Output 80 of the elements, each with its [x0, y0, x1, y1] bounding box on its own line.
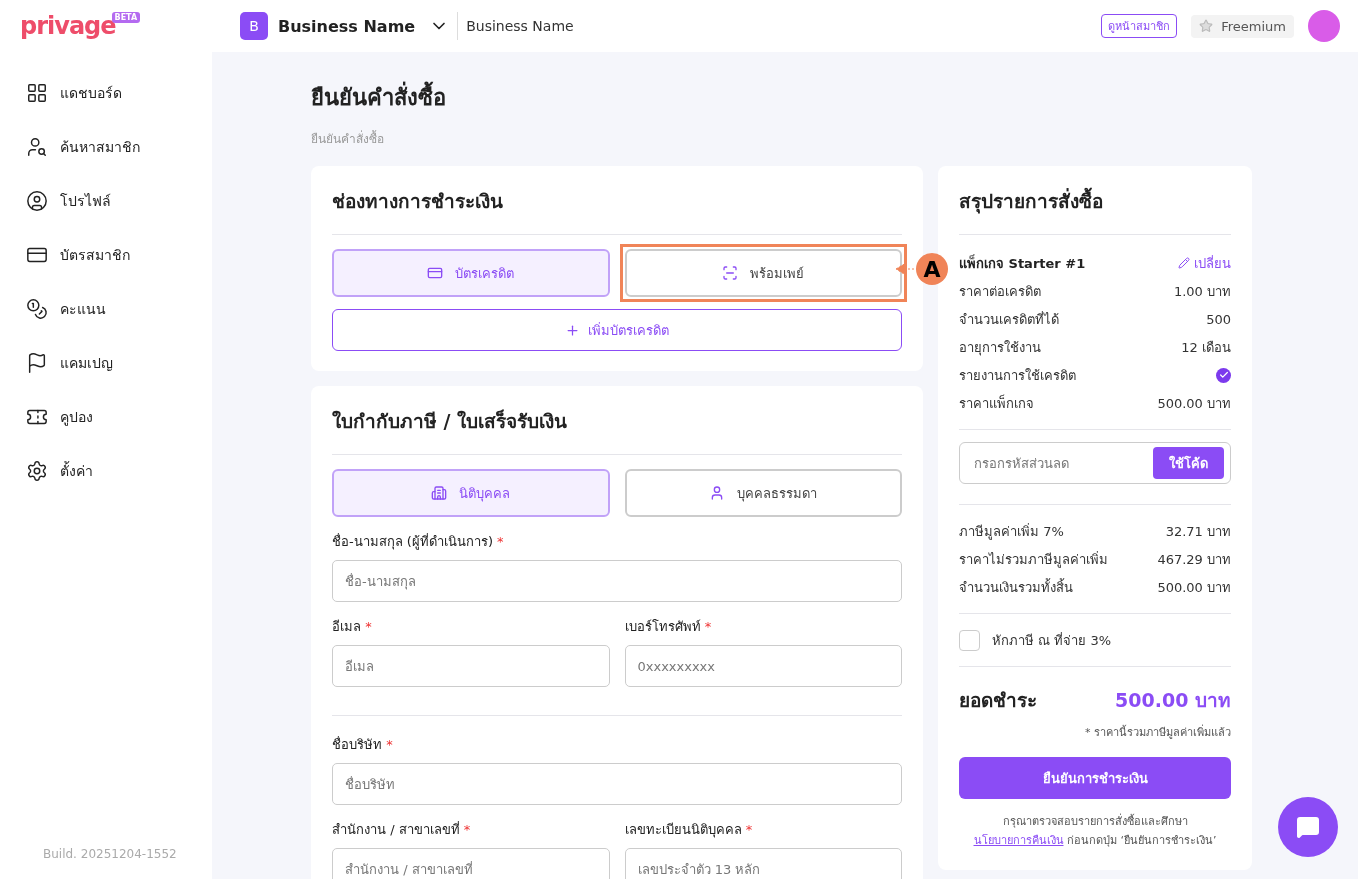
option-button[interactable]: พร้อมเพย์: [624, 249, 902, 297]
business-name[interactable]: Business Name: [278, 16, 416, 36]
chat-icon: [1296, 815, 1320, 839]
input-field[interactable]: ชื่อบริษัท: [332, 763, 902, 805]
sidebar-item[interactable]: บัตรสมาชิก: [26, 228, 212, 282]
confirm-payment-button[interactable]: ยืนยันการชำระเงิน: [959, 757, 1231, 799]
vat-note: * ราคานี้รวมภาษีมูลค่าเพิ่มแล้ว: [1084, 723, 1231, 741]
apply-code-button[interactable]: ใช้โค้ด: [1153, 447, 1224, 479]
checkbox-label: หักภาษี ณ ที่จ่าย 3%: [992, 631, 1112, 650]
sidebar-item[interactable]: แคมเปญ: [26, 336, 212, 390]
option-button[interactable]: บุคคลธรรมดา: [624, 469, 902, 517]
summary-label: จำนวนเครดิตที่ได้: [959, 310, 1059, 329]
member-page-link[interactable]: ดูหน้าสมาชิก: [1101, 14, 1178, 38]
summary-value: 1.00 บาท: [1173, 282, 1231, 301]
user-circle-icon: [26, 190, 48, 212]
section-title: สรุปรายการสั่งซื้อ: [959, 186, 1231, 235]
user-avatar[interactable]: [1308, 10, 1340, 42]
section-title: ช่องทางการชำระเงิน: [332, 186, 902, 235]
field-label: เลขทะเบียนนิติบุคคล *: [624, 821, 754, 840]
summary-value: 32.71 บาท: [1165, 522, 1231, 541]
sidebar-item[interactable]: ค้นหาสมาชิก: [26, 120, 212, 174]
summary-value: 467.29 บาท: [1157, 550, 1231, 569]
option-button[interactable]: บัตรเครดิต: [332, 249, 610, 297]
summary-label: อายุการใช้งาน: [959, 338, 1041, 358]
building-icon: [431, 485, 448, 501]
breadcrumb: ยืนยันคำสั่งซื้อ: [311, 129, 385, 148]
input-field[interactable]: ชื่อ-นามสกุล: [332, 560, 902, 602]
settings-icon: [26, 460, 48, 482]
field-label: ชื่อบริษัท *: [332, 735, 394, 754]
field-label: ชื่อ-นามสกุล (ผู้ที่ดำเนินการ) *: [332, 532, 505, 552]
field-label: เบอร์โทรศัพท์ *: [624, 618, 713, 636]
option-button[interactable]: นิติบุคคล: [332, 469, 610, 517]
refund-policy-link[interactable]: นโยบายการคืนเงิน: [973, 833, 1064, 847]
card-icon: [427, 265, 444, 281]
business-subtitle: Business Name: [466, 18, 574, 34]
summary-label: ราคาต่อเครดิต: [959, 282, 1041, 301]
input-field[interactable]: อีเมล: [332, 645, 610, 687]
summary-label: จำนวนเงินรวมทั้งสิ้น: [959, 577, 1073, 597]
pencil-icon: [1178, 257, 1190, 269]
plan-badge: Freemium: [1191, 14, 1294, 38]
amount-due-label: ยอดชำระ: [959, 688, 1037, 713]
chat-button[interactable]: [1278, 797, 1338, 857]
arrow-icon: [896, 264, 916, 274]
sidebar-item[interactable]: คะแนน: [26, 282, 212, 336]
checkbox[interactable]: [959, 629, 980, 651]
change-link[interactable]: เปลี่ยน: [1178, 252, 1231, 274]
summary-value: 500.00 บาท: [1157, 394, 1231, 413]
plus-icon: [565, 322, 580, 338]
field-label: อีเมล *: [332, 618, 373, 636]
coins-icon: [26, 298, 48, 320]
scan-icon: [722, 265, 739, 281]
field-label: สำนักงาน / สาขาเลขที่ *: [332, 820, 472, 839]
summary-value: 500.00 บาท: [1157, 578, 1231, 597]
star-icon: [1199, 19, 1214, 33]
input-field[interactable]: เลขประจำตัว 13 หลัก: [624, 848, 902, 879]
dashboard-icon: [26, 82, 48, 104]
summary-label: ราคาแพ็กเกจ: [959, 393, 1034, 413]
sidebar-item[interactable]: คูปอง: [26, 390, 212, 444]
summary-label: ภาษีมูลค่าเพิ่ม 7%: [959, 522, 1064, 542]
flag-icon: [26, 352, 48, 374]
summary-value: 12 เดือน: [1181, 338, 1231, 357]
package-name: แพ็กเกจ Starter #1: [959, 253, 1086, 273]
summary-label: ราคาไม่รวมภาษีมูลค่าเพิ่ม: [959, 550, 1108, 570]
amount-due-value: 500.00 บาท: [1115, 688, 1231, 713]
page-title: ยืนยันคำสั่งซื้อ: [311, 80, 1358, 115]
sidebar-item[interactable]: แดชบอร์ด: [26, 66, 212, 120]
input-field[interactable]: 0xxxxxxxxx: [624, 645, 902, 687]
summary-label: รายงานการใช้เครดิต: [959, 366, 1076, 385]
add-card-button[interactable]: เพิ่มบัตรเครดิต: [332, 309, 902, 351]
sidebar-item[interactable]: ตั้งค่า: [26, 444, 212, 498]
input-field[interactable]: สำนักงาน / สาขาเลขที่: [332, 848, 610, 879]
summary-value: 500: [1206, 311, 1231, 327]
section-title: ใบกำกับภาษี / ใบเสร็จรับเงิน: [332, 406, 902, 455]
refund-note: กรุณาตรวจสอบรายการสั่งซื้อและศึกษา นโยบายการคืนเงิน ก่อนกดปุ่ม ‘ยืนยันการชำระเงิน’: [972, 813, 1218, 849]
business-avatar: B: [240, 12, 268, 40]
build-version: Build. 20251204-1552: [43, 847, 178, 861]
sidebar-item[interactable]: โปรไฟล์: [26, 174, 212, 228]
annotation-badge: A: [916, 253, 948, 285]
user-search-icon: [26, 136, 48, 158]
coupon-field[interactable]: กรอกรหัสส่วนลด ใช้โค้ด: [959, 442, 1231, 484]
